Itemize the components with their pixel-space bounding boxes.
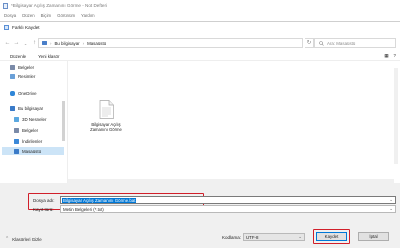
sidebar-item-onedrive[interactable]: OneDrive <box>10 89 64 97</box>
sidebar-item-label: Masaüstü <box>22 148 42 154</box>
help-icon[interactable]: ? <box>394 53 396 59</box>
type-label: Kayıt türü: <box>33 207 54 212</box>
onedrive-icon <box>10 90 15 96</box>
back-arrow-icon[interactable]: ← <box>3 39 12 48</box>
sidebar-item-pictures[interactable]: Resimler <box>10 72 64 80</box>
sidebar-item-documents-pc[interactable]: Belgeler <box>14 126 62 134</box>
sidebar-item-label: Bu bilgisayar <box>18 105 44 111</box>
navigation-pane: Belgeler Resimler OneDrive Bu bilgisayar… <box>0 61 68 183</box>
address-row: ← → ⌄ ↑ › Bu bilgisayar › Masaüstü ↻ Ara… <box>0 37 400 49</box>
search-icon <box>319 40 324 46</box>
sidebar-item-3d-objects[interactable]: 3D Nesneler <box>14 115 62 123</box>
sidebar-item-label: OneDrive <box>18 90 37 96</box>
dialog-icon <box>4 25 9 30</box>
menu-view[interactable]: Görünüm <box>57 13 75 18</box>
recent-chevron-icon[interactable]: ⌄ <box>21 39 30 48</box>
save-label: Kaydet <box>324 234 339 239</box>
chevron-up-icon: ⌃ <box>5 236 10 242</box>
menu-help[interactable]: Yardım <box>81 13 95 18</box>
dialog-title-bar: Farklı Kaydet <box>0 22 400 33</box>
file-type-value: Metin Belgeleri (*.txt) <box>63 206 104 212</box>
cancel-label: İptal <box>369 234 378 239</box>
computer-icon <box>10 105 15 111</box>
documents-icon <box>10 64 15 70</box>
breadcrumb-desktop[interactable]: Masaüstü <box>87 41 106 46</box>
sidebar-item-label: 3D Nesneler <box>22 116 47 122</box>
hide-folders-toggle[interactable]: ⌃ Klasörleri Gizle <box>5 236 42 242</box>
chevron-down-icon: ⌄ <box>298 234 302 239</box>
notepad-icon <box>3 2 8 9</box>
chevron-down-icon: ⌄ <box>389 206 393 211</box>
encoding-label: Kodlama: <box>222 235 242 240</box>
documents-icon <box>14 127 19 133</box>
search-placeholder: Ara: Masaüstü <box>327 40 356 46</box>
cancel-button[interactable]: İptal <box>358 232 389 241</box>
filename-label: Dosya adı: <box>33 198 55 203</box>
file-type-select[interactable]: Metin Belgeleri (*.txt) ⌄ <box>60 205 396 213</box>
menu-format[interactable]: Biçim <box>41 13 52 18</box>
hide-folders-label: Klasörleri Gizle <box>12 236 42 242</box>
dialog-title: Farklı Kaydet <box>12 25 40 30</box>
text-document-icon <box>99 100 114 119</box>
file-name: Bilgisayar Açılış Zamanını Görme <box>90 122 122 133</box>
menu-edit[interactable]: Düzen <box>22 13 34 18</box>
pictures-icon <box>10 73 15 79</box>
menu-file[interactable]: Dosya <box>4 13 16 18</box>
3d-objects-icon <box>14 116 19 122</box>
view-options-icon[interactable]: ▦ <box>384 53 388 59</box>
encoding-select[interactable]: UTF-8 ⌄ <box>243 233 305 241</box>
downloads-icon <box>14 138 19 144</box>
toolbar: Düzenle Yeni klasör ▦ ? <box>0 52 400 61</box>
sidebar-scrollbar[interactable] <box>62 101 65 141</box>
sidebar-item-label: Resimler <box>18 73 36 79</box>
file-item[interactable]: Bilgisayar Açılış Zamanını Görme <box>88 100 124 133</box>
search-input[interactable]: Ara: Masaüstü <box>314 38 396 48</box>
sidebar-item-documents[interactable]: Belgeler <box>10 63 64 71</box>
file-list: Bilgisayar Açılış Zamanını Görme <box>68 61 400 183</box>
save-form: Dosya adı: Bilgisayar Açılış Zamanını Gö… <box>0 183 400 248</box>
save-button[interactable]: Kaydet <box>316 232 347 241</box>
file-list-scrollbar[interactable] <box>394 68 398 164</box>
sidebar-item-label: Belgeler <box>18 64 35 70</box>
address-bar[interactable]: › Bu bilgisayar › Masaüstü <box>38 38 303 48</box>
notepad-title: *Bilgisayar Açılış Zamanını Görme - Not … <box>11 3 107 8</box>
notepad-title-bar: *Bilgisayar Açılış Zamanını Görme - Not … <box>0 0 400 11</box>
new-folder-button[interactable]: Yeni klasör <box>38 54 59 59</box>
filename-value: Bilgisayar Açılış Zamanını Görme.bat <box>62 197 137 203</box>
save-as-dialog: Farklı Kaydet ← → ⌄ ↑ › Bu bilgisayar › … <box>0 21 400 248</box>
notepad-menu-bar: Dosya Düzen Biçim Görünüm Yardım <box>0 11 400 19</box>
computer-icon <box>42 41 47 45</box>
sidebar-item-label: Belgeler <box>22 127 39 133</box>
encoding-value: UTF-8 <box>246 234 259 240</box>
sidebar-item-this-pc[interactable]: Bu bilgisayar <box>10 104 64 112</box>
chevron-down-icon[interactable]: ⌄ <box>389 197 393 203</box>
filename-input[interactable]: Bilgisayar Açılış Zamanını Görme.bat ⌄ <box>60 196 396 204</box>
sidebar-item-desktop[interactable]: Masaüstü <box>2 147 64 155</box>
breadcrumb-this-pc[interactable]: Bu bilgisayar <box>54 41 79 46</box>
sidebar-item-label: İndirilenler <box>22 138 43 144</box>
breadcrumb-separator-icon: › <box>50 40 52 46</box>
desktop-icon <box>14 148 19 154</box>
organize-button[interactable]: Düzenle <box>10 54 26 59</box>
sidebar-item-downloads[interactable]: İndirilenler <box>14 137 62 145</box>
forward-arrow-icon[interactable]: → <box>12 39 21 48</box>
refresh-icon[interactable]: ↻ <box>305 38 314 48</box>
breadcrumb-separator-icon: › <box>82 40 85 46</box>
